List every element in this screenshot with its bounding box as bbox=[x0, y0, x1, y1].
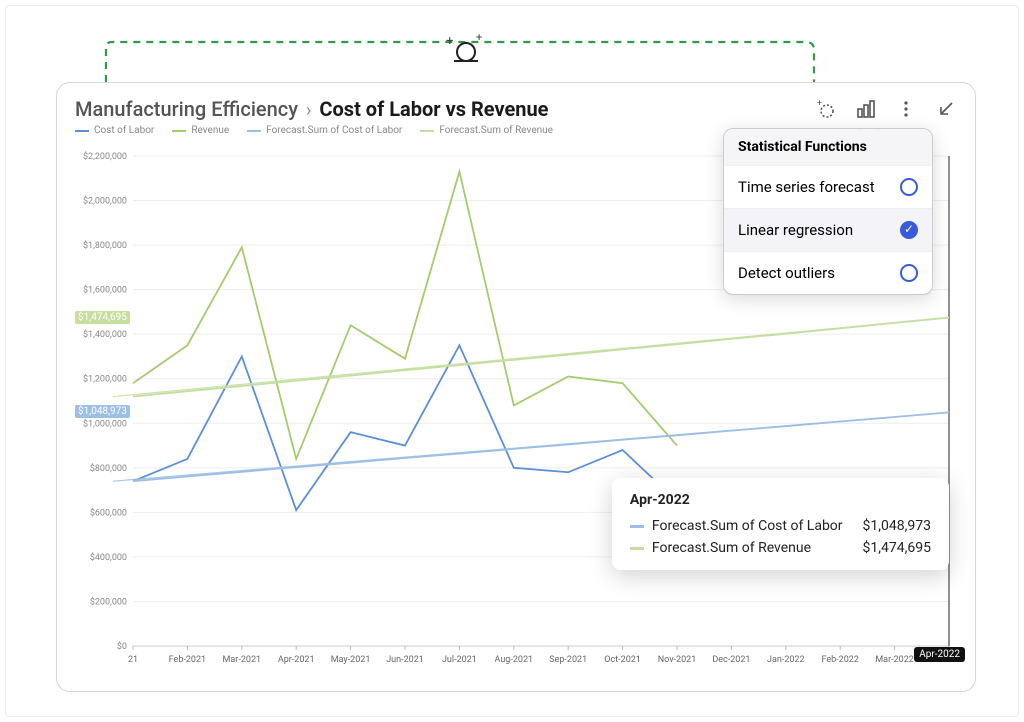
svg-text:May-2021: May-2021 bbox=[331, 655, 371, 665]
bell-icon: + + bbox=[446, 33, 486, 69]
svg-text:+: + bbox=[817, 99, 822, 109]
svg-text:21: 21 bbox=[128, 655, 138, 665]
svg-text:$1,400,000: $1,400,000 bbox=[83, 329, 127, 340]
breadcrumb-sep: › bbox=[306, 100, 311, 121]
x-axis-end-highlight: Apr-2022 bbox=[914, 647, 965, 662]
collapse-icon[interactable] bbox=[935, 98, 957, 120]
svg-text:Feb-2021: Feb-2021 bbox=[169, 655, 206, 665]
svg-text:Mar-2022: Mar-2022 bbox=[875, 655, 914, 665]
forecast-value-cost: $1,048,973 bbox=[75, 405, 130, 418]
breadcrumb-root[interactable]: Manufacturing Efficiency bbox=[75, 97, 298, 121]
legend-item[interactable]: Forecast.Sum of Cost of Labor bbox=[247, 125, 402, 136]
stat-option-outliers[interactable]: Detect outliers bbox=[724, 251, 932, 294]
forecast-icon[interactable]: + bbox=[815, 98, 837, 120]
card-toolbar: + bbox=[815, 98, 957, 120]
stat-popover-title: Statistical Functions bbox=[724, 129, 932, 165]
svg-text:$2,000,000: $2,000,000 bbox=[83, 196, 127, 207]
svg-text:$1,000,000: $1,000,000 bbox=[83, 418, 127, 429]
svg-text:$600,000: $600,000 bbox=[90, 507, 127, 518]
hover-tooltip: Apr-2022 Forecast.Sum of Cost of Labor $… bbox=[612, 478, 949, 570]
svg-text:$2,200,000: $2,200,000 bbox=[83, 151, 127, 162]
stat-option-forecast[interactable]: Time series forecast bbox=[724, 165, 932, 208]
svg-text:Sep-2021: Sep-2021 bbox=[549, 655, 587, 665]
connector-dashed bbox=[106, 42, 816, 82]
breadcrumb-leaf: Cost of Labor vs Revenue bbox=[319, 97, 548, 121]
svg-text:Jul-2021: Jul-2021 bbox=[442, 655, 477, 665]
tooltip-title: Apr-2022 bbox=[630, 492, 931, 508]
svg-text:$0: $0 bbox=[117, 641, 127, 652]
more-icon[interactable] bbox=[895, 98, 917, 120]
svg-text:$1,600,000: $1,600,000 bbox=[83, 285, 127, 296]
svg-text:$1,200,000: $1,200,000 bbox=[83, 374, 127, 385]
svg-text:$1,800,000: $1,800,000 bbox=[83, 240, 127, 251]
stat-functions-popover: Statistical Functions Time series foreca… bbox=[723, 128, 933, 295]
svg-text:Nov-2021: Nov-2021 bbox=[658, 655, 697, 665]
chart-card: Manufacturing Efficiency › Cost of Labor… bbox=[56, 82, 976, 692]
svg-text:$800,000: $800,000 bbox=[90, 463, 127, 474]
svg-text:Jun-2021: Jun-2021 bbox=[386, 655, 424, 665]
legend-item[interactable]: Forecast.Sum of Revenue bbox=[420, 125, 553, 136]
svg-text:Feb-2022: Feb-2022 bbox=[821, 655, 858, 665]
svg-text:+: + bbox=[446, 34, 453, 49]
svg-text:Mar-2021: Mar-2021 bbox=[223, 655, 262, 665]
bar-chart-icon[interactable] bbox=[855, 98, 877, 120]
svg-text:Apr-2021: Apr-2021 bbox=[278, 655, 315, 665]
svg-text:Dec-2021: Dec-2021 bbox=[712, 655, 750, 665]
svg-text:$200,000: $200,000 bbox=[90, 596, 127, 607]
svg-text:Aug-2021: Aug-2021 bbox=[495, 655, 534, 665]
svg-text:Oct-2021: Oct-2021 bbox=[604, 655, 641, 665]
stat-option-linear-regression[interactable]: Linear regression bbox=[724, 208, 932, 251]
svg-text:+: + bbox=[476, 33, 482, 44]
legend-item[interactable]: Cost of Labor bbox=[75, 125, 154, 136]
breadcrumb: Manufacturing Efficiency › Cost of Labor… bbox=[75, 97, 548, 121]
forecast-value-revenue: $1,474,695 bbox=[75, 311, 130, 324]
legend-item[interactable]: Revenue bbox=[172, 125, 229, 136]
svg-text:Jan-2022: Jan-2022 bbox=[767, 655, 805, 665]
svg-text:$400,000: $400,000 bbox=[90, 552, 127, 563]
